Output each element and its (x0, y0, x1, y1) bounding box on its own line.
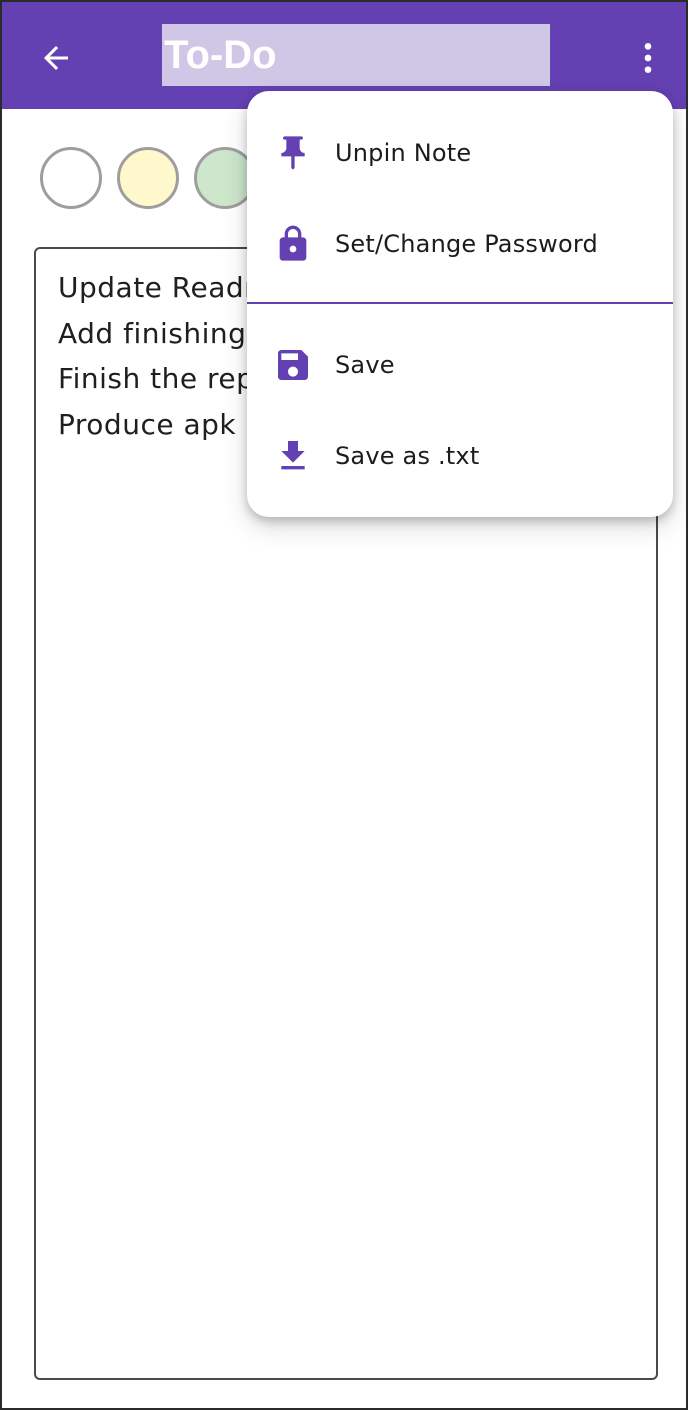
color-swatch-yellow[interactable] (117, 147, 179, 209)
more-vert-icon (644, 43, 652, 73)
menu-item-label: Unpin Note (335, 139, 472, 167)
menu-item-label: Save (335, 351, 395, 379)
pin-icon (273, 133, 313, 173)
menu-divider (247, 302, 673, 304)
menu-item-save[interactable]: Save (247, 320, 673, 410)
overflow-menu-button[interactable] (620, 30, 676, 86)
menu-item-unpin-note[interactable]: Unpin Note (247, 108, 673, 198)
download-icon (273, 436, 313, 476)
menu-item-label: Save as .txt (335, 442, 480, 470)
menu-item-save-as-txt[interactable]: Save as .txt (247, 411, 673, 501)
note-title-input[interactable] (162, 24, 550, 86)
lock-icon (273, 224, 313, 264)
arrow-back-icon (44, 46, 68, 70)
note-editor-screen: Update Readme Add finishing touches Fini… (0, 0, 688, 1410)
overflow-popup-menu: Unpin Note Set/Change Password Save Save… (247, 91, 673, 517)
color-swatch-white[interactable] (40, 147, 102, 209)
back-button[interactable] (28, 30, 84, 86)
save-icon (273, 345, 313, 385)
menu-item-label: Set/Change Password (335, 230, 598, 258)
menu-item-set-change-password[interactable]: Set/Change Password (247, 199, 673, 289)
